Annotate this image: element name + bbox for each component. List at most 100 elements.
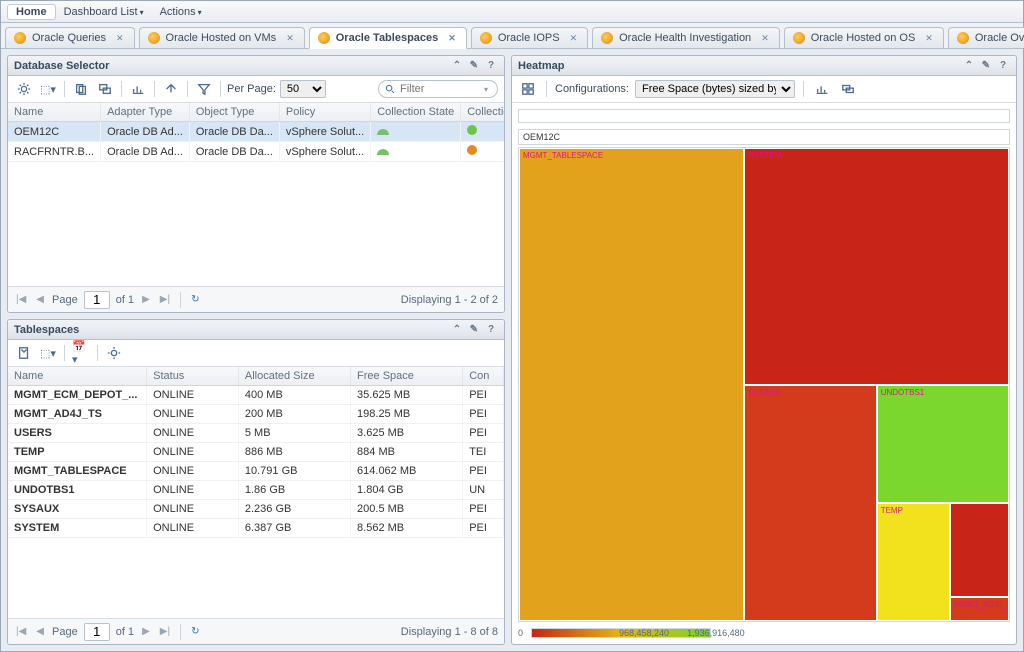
copy-icon[interactable] <box>71 80 91 98</box>
table-row[interactable]: MGMT_ECM_DEPOT_...ONLINE400 MB35.625 MBP… <box>8 386 504 405</box>
treemap-cell[interactable]: MGMT_TABLESPACE <box>519 148 744 621</box>
table-row[interactable]: USERSONLINE5 MB3.625 MBPEI <box>8 424 504 443</box>
filter-icon[interactable] <box>194 80 214 98</box>
gear-icon[interactable] <box>14 80 34 98</box>
search-icon <box>385 84 396 95</box>
col-name[interactable]: Name <box>8 367 147 386</box>
menu-home[interactable]: Home <box>7 4 56 20</box>
next-page-icon[interactable]: ▶ <box>140 626 152 637</box>
collapse-icon[interactable]: ⌃ <box>962 59 976 73</box>
config-select[interactable]: Free Space (bytes) sized by Allo <box>635 80 795 98</box>
cell-object: Oracle DB Da... <box>189 122 279 142</box>
gear-icon[interactable] <box>104 344 124 362</box>
col-name[interactable]: Name <box>8 103 101 122</box>
treemap-cell[interactable]: TEMP <box>877 503 951 621</box>
cell-name[interactable]: MGMT_TABLESPACE <box>8 462 147 481</box>
cell-name[interactable]: UNDOTBS1 <box>8 481 147 500</box>
col-status[interactable]: Status <box>147 367 239 386</box>
col-collection-state[interactable]: Collection State <box>371 103 461 122</box>
treemap-cell[interactable] <box>950 503 1009 598</box>
close-icon[interactable]: ✕ <box>286 33 294 44</box>
treemap-cell[interactable]: MGMT_AD4J_TS <box>950 597 1009 621</box>
refresh-icon[interactable]: ↻ <box>189 294 201 305</box>
chart-icon[interactable] <box>812 80 832 98</box>
collapse-icon[interactable]: ⌃ <box>450 59 464 73</box>
export-icon[interactable] <box>14 344 34 362</box>
tab-oracle-hosted-os[interactable]: Oracle Hosted on OS ✕ <box>784 27 944 48</box>
tab-oracle-tablespaces[interactable]: Oracle Tablespaces ✕ <box>309 27 467 49</box>
edit-icon[interactable]: ✎ <box>979 59 993 73</box>
close-icon[interactable]: ✕ <box>448 33 456 44</box>
close-icon[interactable]: ✕ <box>761 33 769 44</box>
chevron-down-icon[interactable]: ▾ <box>484 85 488 94</box>
treemap-cell[interactable]: UNDOTBS1 <box>877 385 1009 503</box>
tab-oracle-overview[interactable]: Oracle Overview ✕ <box>948 27 1024 48</box>
col-adapter[interactable]: Adapter Type <box>101 103 190 122</box>
edit-icon[interactable]: ✎ <box>467 323 481 337</box>
chart-icon[interactable] <box>128 80 148 98</box>
collapse-icon[interactable]: ⌃ <box>450 323 464 337</box>
menu-dashboard-list[interactable]: Dashboard List▾ <box>56 6 152 18</box>
cell-name[interactable]: SYSAUX <box>8 500 147 519</box>
page-input[interactable] <box>84 291 110 309</box>
close-icon[interactable]: ✕ <box>116 33 124 44</box>
close-icon[interactable]: ✕ <box>570 33 578 44</box>
cell-con: PEI <box>463 462 504 481</box>
menu-actions[interactable]: Actions▾ <box>152 6 210 18</box>
filter-input[interactable] <box>400 83 480 95</box>
col-policy[interactable]: Policy <box>279 103 370 122</box>
table-row[interactable]: MGMT_TABLESPACEONLINE10.791 GB614.062 MB… <box>8 462 504 481</box>
treemap-cell[interactable]: SYSTEM <box>744 148 1009 385</box>
help-icon[interactable]: ? <box>484 323 498 337</box>
table-row[interactable]: UNDOTBS1ONLINE1.86 GB1.804 GBUN <box>8 481 504 500</box>
cell-name[interactable]: TEMP <box>8 443 147 462</box>
table-row[interactable]: SYSTEMONLINE6.387 GB8.562 MBPEI <box>8 519 504 538</box>
cell-name[interactable]: MGMT_AD4J_TS <box>8 405 147 424</box>
treemap-cell[interactable]: SYSAUX <box>744 385 876 622</box>
cell-policy: vSphere Solut... <box>279 142 370 162</box>
table-row[interactable]: MGMT_AD4J_TSONLINE200 MB198.25 MBPEI <box>8 405 504 424</box>
oracle-icon <box>14 32 26 44</box>
table-row[interactable]: SYSAUXONLINE2.236 GB200.5 MBPEI <box>8 500 504 519</box>
filter-input-wrap[interactable]: ▾ <box>378 80 498 98</box>
table-row[interactable]: TEMPONLINE886 MB884 MBTEI <box>8 443 504 462</box>
next-page-icon[interactable]: ▶ <box>140 294 152 305</box>
col-allocated[interactable]: Allocated Size <box>238 367 350 386</box>
close-icon[interactable]: ✕ <box>925 33 933 44</box>
page-input[interactable] <box>84 623 110 641</box>
help-icon[interactable]: ? <box>996 59 1010 73</box>
col-collection-status[interactable]: Collection Status <box>461 103 504 122</box>
date-icon[interactable]: 📅▾ <box>71 344 91 362</box>
tab-oracle-hosted-vms[interactable]: Oracle Hosted on VMs ✕ <box>139 27 305 48</box>
last-page-icon[interactable]: ▶| <box>158 294 172 305</box>
hierarchy-icon[interactable]: ⬚▾ <box>38 80 58 98</box>
cell-name[interactable]: MGMT_ECM_DEPOT_... <box>8 386 147 405</box>
last-page-icon[interactable]: ▶| <box>158 626 172 637</box>
treemap[interactable]: MGMT_TABLESPACESYSTEMSYSAUXUNDOTBS1TEMPM… <box>518 147 1010 622</box>
export-icon[interactable] <box>161 80 181 98</box>
prev-page-icon[interactable]: ◀ <box>34 294 46 305</box>
cell-name[interactable]: SYSTEM <box>8 519 147 538</box>
stack-icon[interactable] <box>838 80 858 98</box>
refresh-icon[interactable]: ↻ <box>189 626 201 637</box>
tab-oracle-queries[interactable]: Oracle Queries ✕ <box>5 27 135 48</box>
tab-oracle-health[interactable]: Oracle Health Investigation ✕ <box>592 27 780 48</box>
per-page: Per Page: 50 <box>227 80 326 98</box>
hierarchy-icon[interactable]: ⬚▾ <box>38 344 58 362</box>
stack-icon[interactable] <box>95 80 115 98</box>
edit-icon[interactable]: ✎ <box>467 59 481 73</box>
col-con[interactable]: Con <box>463 367 504 386</box>
cell-name[interactable]: USERS <box>8 424 147 443</box>
per-page-select[interactable]: 50 <box>280 80 326 98</box>
help-icon[interactable]: ? <box>484 59 498 73</box>
first-page-icon[interactable]: |◀ <box>14 626 28 637</box>
tab-oracle-iops[interactable]: Oracle IOPS ✕ <box>471 27 588 48</box>
table-row[interactable]: OEM12COracle DB Ad...Oracle DB Da...vSph… <box>8 122 504 142</box>
legend-min: 0 <box>518 628 523 638</box>
first-page-icon[interactable]: |◀ <box>14 294 28 305</box>
layout-icon[interactable] <box>518 80 538 98</box>
prev-page-icon[interactable]: ◀ <box>34 626 46 637</box>
table-row[interactable]: RACFRNTR.B...Oracle DB Ad...Oracle DB Da… <box>8 142 504 162</box>
col-free[interactable]: Free Space <box>351 367 463 386</box>
col-object[interactable]: Object Type <box>189 103 279 122</box>
